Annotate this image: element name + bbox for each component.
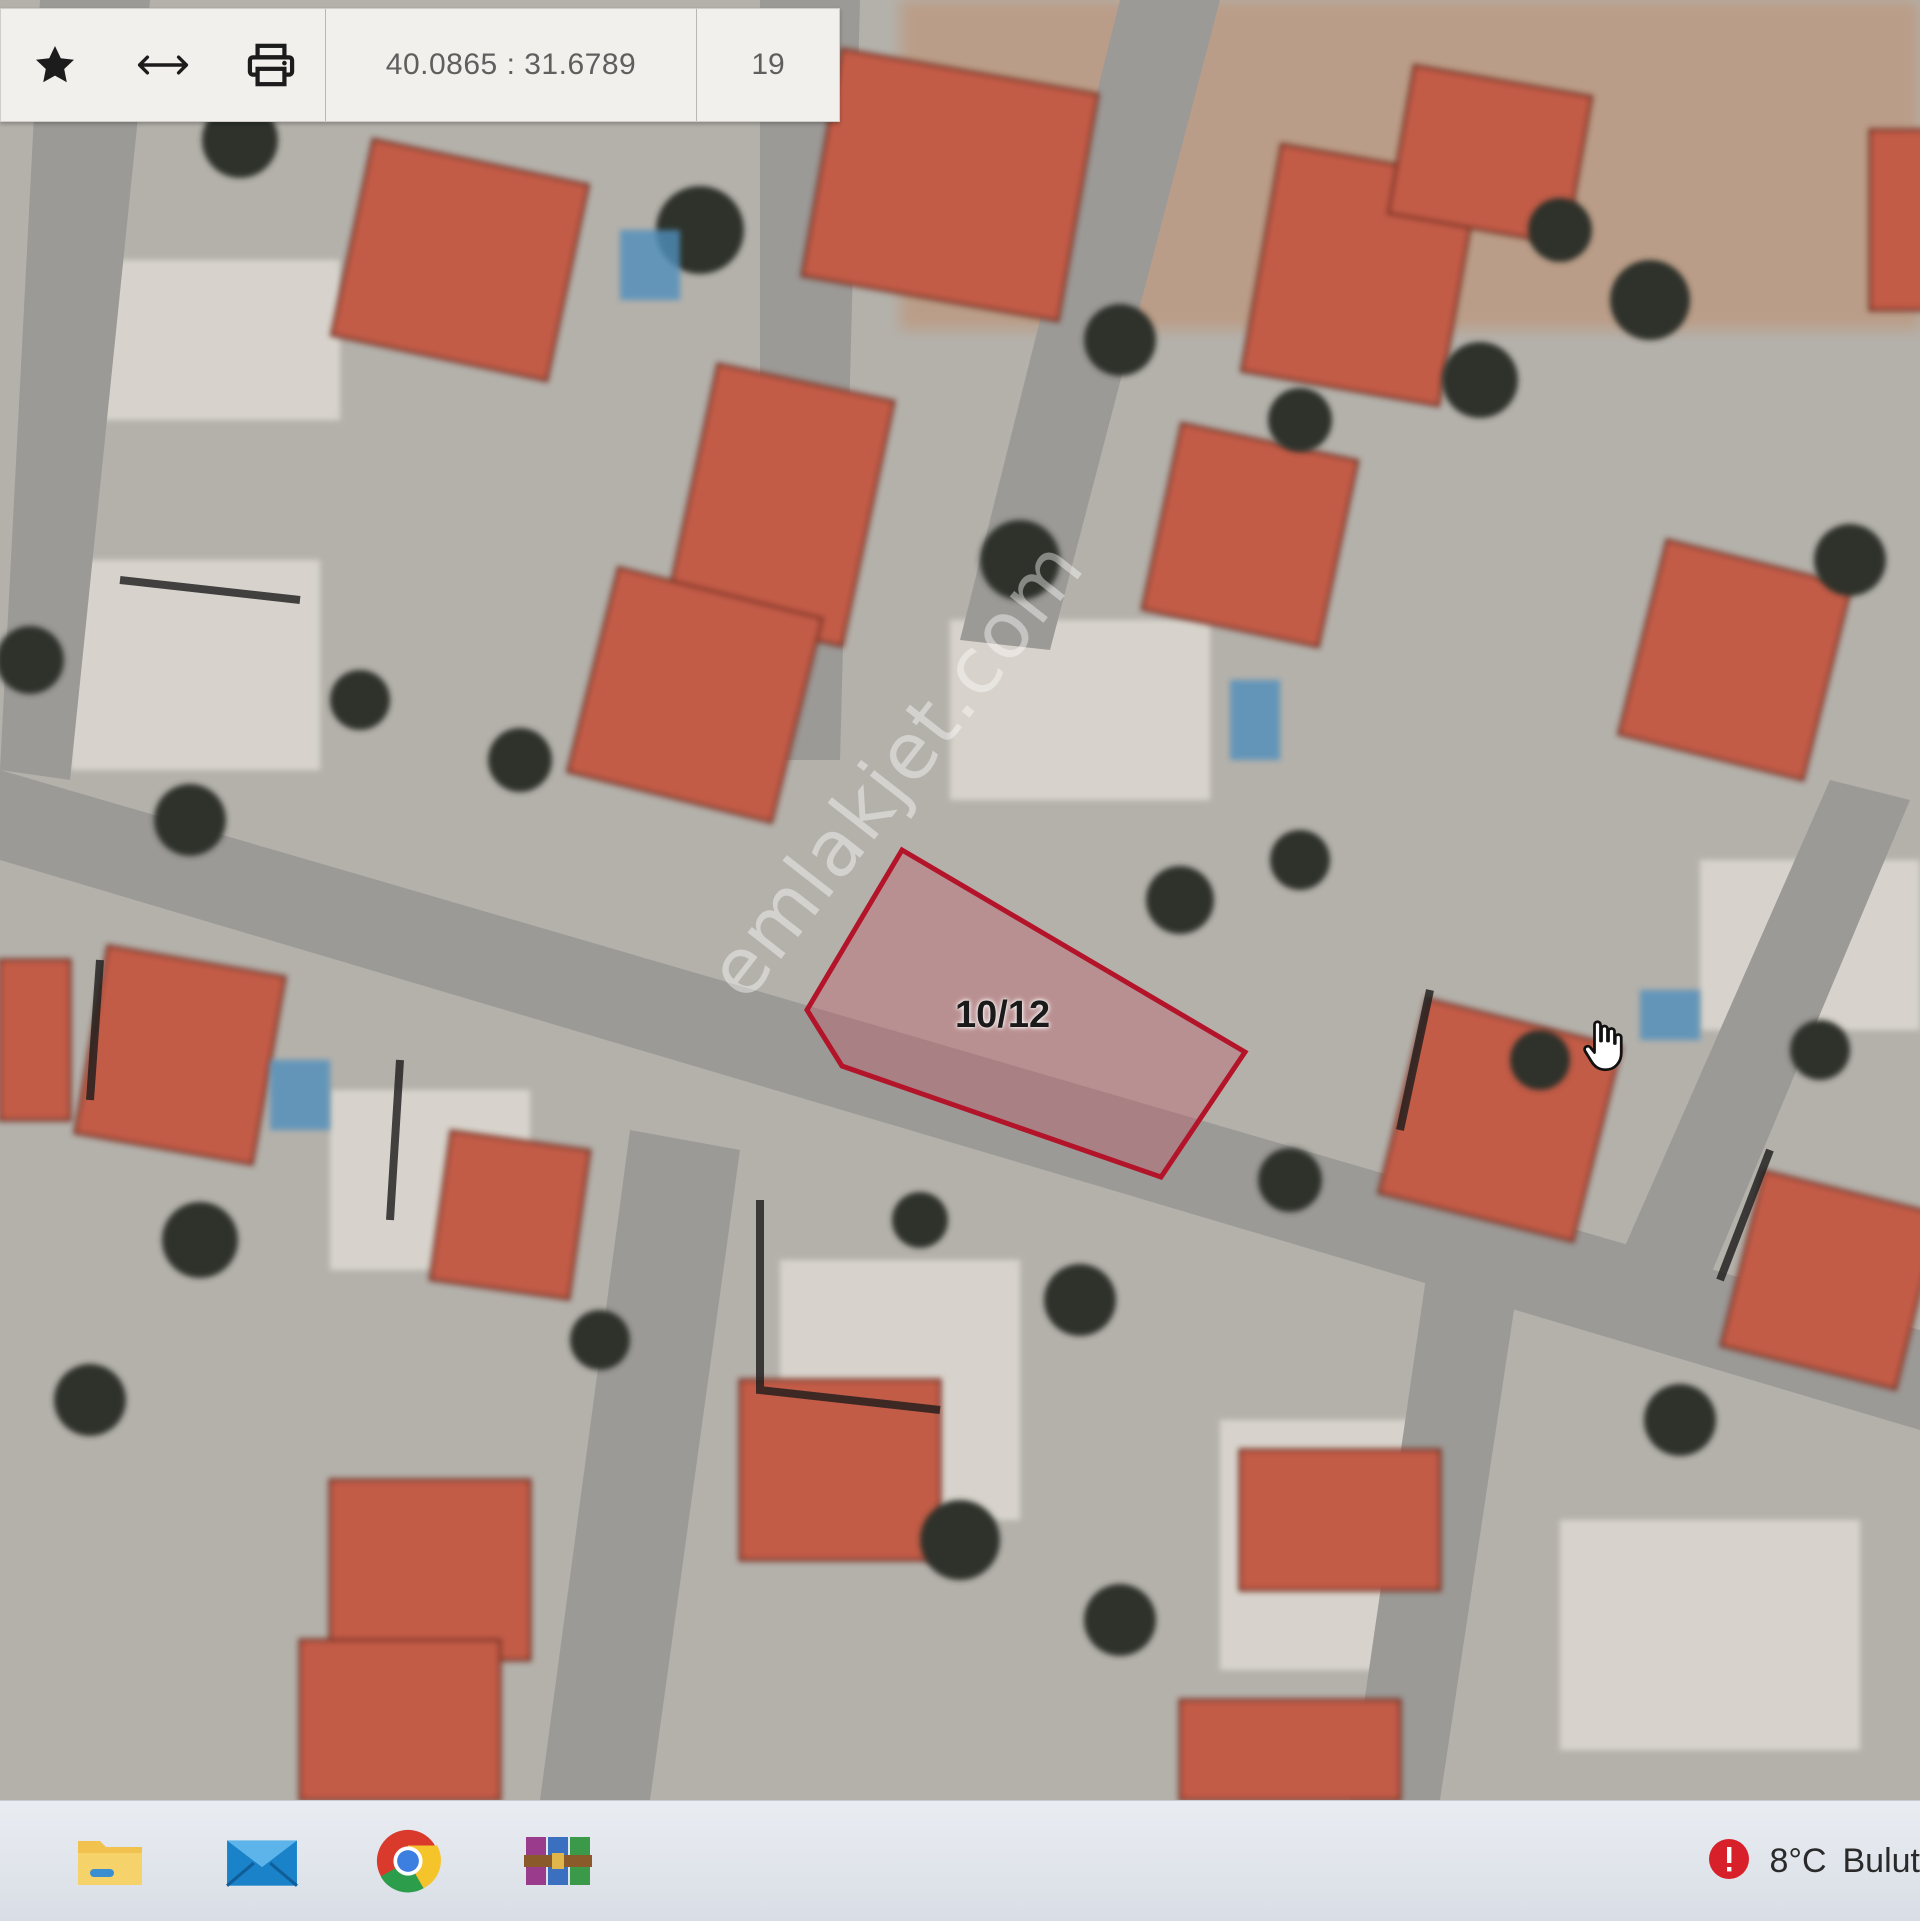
favorite-button[interactable]: [1, 9, 109, 121]
winrar-button[interactable]: [518, 1823, 598, 1903]
printer-icon: [246, 42, 296, 88]
mail-icon: [225, 1831, 299, 1895]
measure-button[interactable]: [109, 9, 217, 121]
weather-widget[interactable]: 8°C Bulut: [1705, 1819, 1920, 1903]
star-icon: [31, 41, 79, 89]
taskbar: 8°C Bulut: [0, 1800, 1920, 1921]
map-toolbar: 40.0865 : 31.6789 19: [0, 8, 840, 122]
zoom-level: 19: [697, 9, 839, 121]
print-button[interactable]: [217, 9, 325, 121]
weather-temperature: 8°C: [1769, 1842, 1826, 1881]
weather-alert-icon: [1705, 1835, 1753, 1887]
archive-icon: [522, 1830, 594, 1896]
coordinate-readout: 40.0865 : 31.6789: [326, 9, 696, 121]
parcel-label: 10/12: [955, 994, 1050, 1037]
mail-button[interactable]: [222, 1823, 302, 1903]
weather-description: Bulut: [1843, 1842, 1920, 1881]
hand-cursor-icon: [1572, 1016, 1632, 1080]
file-explorer-button[interactable]: [70, 1823, 150, 1903]
chrome-button[interactable]: [368, 1823, 448, 1903]
arrow-horizontal-icon: [137, 50, 189, 80]
chrome-icon: [373, 1826, 443, 1900]
folder-icon: [74, 1830, 146, 1896]
